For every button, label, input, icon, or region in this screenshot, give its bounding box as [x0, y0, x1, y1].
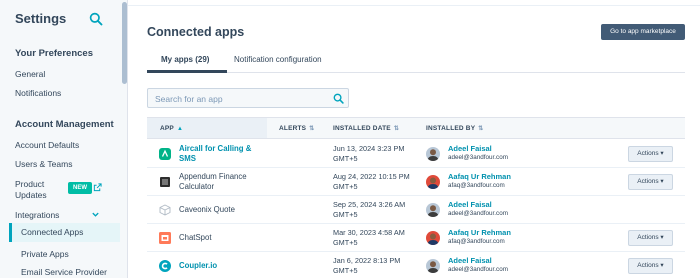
installer-name-link[interactable]: Adeel Faisal	[448, 144, 492, 153]
avatar	[426, 259, 440, 273]
installed-date: Jan 6, 2022 8:13 PM GMT+5	[333, 256, 401, 275]
installer-email: adeel@3andfour.com	[448, 210, 508, 217]
installer-name-link[interactable]: Adeel Faisal	[448, 200, 492, 209]
sidebar-item-connected-apps[interactable]: Connected Apps	[9, 223, 121, 242]
actions-dropdown[interactable]: Actions ▾	[628, 174, 673, 190]
section-account-management: Account Management	[15, 119, 114, 130]
sidebar-item-product-updates[interactable]: Product Updates	[15, 179, 65, 201]
installer-email: afaq@3andfour.com	[448, 182, 505, 189]
installer-name-link[interactable]: Aafaq Ur Rehman	[448, 172, 511, 181]
search-icon[interactable]	[89, 12, 103, 26]
sidebar-scrollbar-thumb[interactable]	[122, 2, 127, 84]
appendum-icon	[160, 177, 170, 187]
page-title: Connected apps	[147, 25, 245, 39]
chatspot-icon	[159, 232, 171, 244]
sidebar-item-notifications[interactable]: Notifications	[15, 88, 61, 99]
coupler-icon	[159, 260, 171, 272]
avatar	[426, 175, 440, 189]
aircall-icon	[159, 148, 171, 160]
avatar	[426, 203, 440, 217]
app-search	[147, 88, 349, 108]
sidebar-item-email-service-provider[interactable]: Email Service Provider	[21, 267, 107, 278]
external-link-icon	[93, 183, 102, 192]
tab-my-apps[interactable]: My apps (29)	[161, 55, 209, 64]
actions-dropdown[interactable]: Actions ▾	[628, 258, 673, 274]
sidebar-item-integrations[interactable]: Integrations	[15, 210, 59, 221]
installer-email: adeel@3andfour.com	[448, 154, 508, 161]
sidebar-item-users-teams[interactable]: Users & Teams	[15, 159, 72, 170]
settings-sidebar: Settings Your Preferences General Notifi…	[0, 0, 128, 278]
sidebar-title: Settings	[15, 11, 67, 26]
header-installed-by[interactable]: INSTALLED BY ⇅	[426, 125, 483, 132]
app-name[interactable]: ChatSpot	[179, 233, 269, 243]
app-window: Settings Your Preferences General Notifi…	[0, 0, 700, 278]
cube-icon	[159, 204, 171, 216]
installed-date: Aug 24, 2022 10:15 PM GMT+5	[333, 172, 410, 191]
header-installed-date[interactable]: INSTALLED DATE ⇅	[333, 125, 399, 132]
table-row: Caveonix Quote Sep 25, 2024 3:26 AM GMT+…	[147, 196, 685, 224]
app-search-input[interactable]	[148, 90, 318, 108]
installer-email: afaq@3andfour.com	[448, 238, 505, 245]
avatar	[426, 231, 440, 245]
main-content: Connected apps Go to app marketplace My …	[128, 0, 700, 278]
sidebar-item-general[interactable]: General	[15, 69, 45, 80]
table-row: Aircall for Calling & SMS Jun 13, 2024 3…	[147, 140, 685, 168]
sidebar-item-account-defaults[interactable]: Account Defaults	[15, 140, 79, 151]
table-row: Appendum Finance Calculator Aug 24, 2022…	[147, 168, 685, 196]
table-row: Coupler.io Jan 6, 2022 8:13 PM GMT+5 Ade…	[147, 252, 685, 278]
app-name[interactable]: Caveonix Quote	[179, 205, 269, 215]
table-row: ChatSpot Mar 30, 2023 4:58 AM GMT+5 Aafa…	[147, 224, 685, 252]
header-alerts[interactable]: ALERTS ⇅	[279, 125, 314, 132]
app-name[interactable]: Appendum Finance Calculator	[179, 172, 269, 192]
chevron-down-icon[interactable]	[91, 210, 100, 219]
installed-date: Jun 13, 2024 3:23 PM GMT+5	[333, 144, 405, 163]
app-name-link[interactable]: Aircall for Calling & SMS	[179, 144, 269, 164]
active-tab-indicator	[147, 70, 227, 73]
installer-name-link[interactable]: Adeel Faisal	[448, 256, 492, 265]
go-to-marketplace-button[interactable]: Go to app marketplace	[601, 24, 685, 40]
app-name-link[interactable]: Coupler.io	[179, 261, 269, 271]
installer-name-link[interactable]: Aafaq Ur Rehman	[448, 228, 511, 237]
tab-bar: My apps (29) Notification configuration	[147, 47, 685, 73]
installed-date: Sep 25, 2024 3:26 AM GMT+5	[333, 200, 406, 219]
header-app[interactable]: APP ▲	[160, 125, 183, 132]
avatar	[426, 147, 440, 161]
actions-dropdown[interactable]: Actions ▾	[628, 230, 673, 246]
section-your-preferences: Your Preferences	[15, 48, 93, 59]
table-header: APP ▲ ALERTS ⇅ INSTALLED DATE ⇅ INSTALLED B…	[147, 117, 685, 139]
installed-date: Mar 30, 2023 4:58 AM GMT+5	[333, 228, 405, 247]
search-icon[interactable]	[333, 93, 344, 104]
installer-email: adeel@3andfour.com	[448, 266, 508, 273]
tab-notification-configuration[interactable]: Notification configuration	[234, 55, 322, 64]
sidebar-item-private-apps[interactable]: Private Apps	[21, 249, 69, 260]
actions-dropdown[interactable]: Actions ▾	[628, 146, 673, 162]
top-divider	[128, 0, 700, 6]
new-badge: NEW	[68, 182, 92, 194]
